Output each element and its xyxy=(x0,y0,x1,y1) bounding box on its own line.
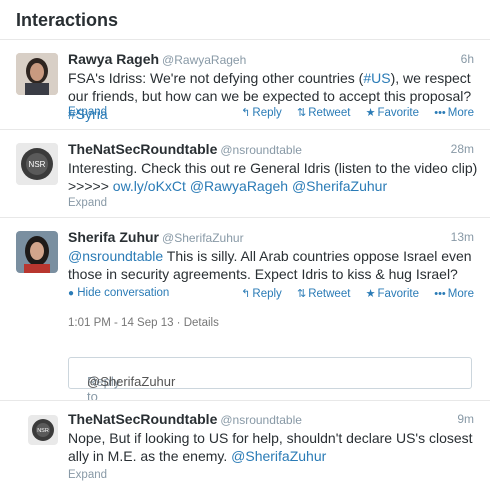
tweet-actions: ↰ Reply ⇅ Retweet ★ Favorite ••• More xyxy=(229,106,474,119)
favorite-button[interactable]: ★ Favorite xyxy=(366,107,419,119)
author-handle[interactable]: @nsroundtable xyxy=(220,413,302,427)
speech-bubble-icon: ● xyxy=(68,288,75,299)
tweet-text-part: Interesting. Check this out re General I… xyxy=(68,160,478,176)
page-title: Interactions xyxy=(16,10,119,30)
mention-link[interactable]: @SherifaZuhur xyxy=(231,448,326,464)
author-handle[interactable]: @SherifaZuhur xyxy=(162,231,244,245)
tweet-text: Interesting. Check this out re General I… xyxy=(68,159,478,195)
star-icon: ★ xyxy=(365,288,376,300)
timestamp[interactable]: 9m xyxy=(457,412,474,426)
more-label: More xyxy=(447,288,474,300)
mention-link[interactable]: @RawyaRageh xyxy=(190,178,288,194)
tweet-natsec-1[interactable]: NSR TheNatSecRoundtable @nsroundtable 28m… xyxy=(0,131,490,218)
hashtag-link[interactable]: #US xyxy=(363,70,390,86)
avatar[interactable]: NSR xyxy=(28,415,58,445)
expand-link[interactable]: Expand xyxy=(68,469,107,481)
more-label: More xyxy=(447,107,474,119)
tweet-text-part: >>>>> xyxy=(68,178,113,194)
author-display-name[interactable]: Sherifa Zuhur xyxy=(68,229,159,245)
reply-button[interactable]: ↰ Reply xyxy=(241,107,282,119)
author-handle[interactable]: @nsroundtable xyxy=(220,143,302,157)
retweet-icon: ⇅ xyxy=(297,107,307,119)
reply-label: Reply xyxy=(252,107,282,119)
favorite-label: Favorite xyxy=(377,107,420,119)
reply-icon: ↰ xyxy=(241,107,251,119)
hide-conversation-link[interactable]: ● Hide conversation xyxy=(68,287,169,299)
timestamp[interactable]: 6h xyxy=(461,52,474,66)
retweet-button[interactable]: ⇅ Retweet xyxy=(297,288,350,300)
tweet-details-meta[interactable]: 1:01 PM - 14 Sep 13 · Details xyxy=(68,317,219,329)
reply-icon: ↰ xyxy=(241,288,251,300)
author-name[interactable]: Rawya Rageh @RawyaRageh xyxy=(68,51,246,67)
tweet-natsec-reply[interactable]: NSR TheNatSecRoundtable @nsroundtable 9m … xyxy=(0,401,490,501)
retweet-label: Retweet xyxy=(308,288,351,300)
author-name[interactable]: TheNatSecRoundtable @nsroundtable xyxy=(68,411,302,427)
tweet-text: Nope, But if looking to US for help, sho… xyxy=(68,429,478,465)
reply-label: Reply xyxy=(252,288,282,300)
mention-link[interactable]: @nsroundtable xyxy=(68,248,163,264)
author-display-name[interactable]: Rawya Rageh xyxy=(68,51,159,67)
tweet-text-part: FSA's Idriss: We're not defying other co… xyxy=(68,70,364,86)
avatar-logo-text: NSR xyxy=(37,428,49,434)
timestamp[interactable]: 28m xyxy=(451,142,474,156)
author-display-name[interactable]: TheNatSecRoundtable xyxy=(68,141,217,157)
tweet-text: @nsroundtable This is silly. All Arab co… xyxy=(68,247,478,283)
expand-link[interactable]: Expand xyxy=(68,106,107,118)
author-name[interactable]: Sherifa Zuhur @SherifaZuhur xyxy=(68,229,244,245)
author-handle[interactable]: @RawyaRageh xyxy=(162,53,246,67)
favorite-label: Favorite xyxy=(377,288,420,300)
author-name[interactable]: TheNatSecRoundtable @nsroundtable xyxy=(68,141,302,157)
interactions-header: Interactions xyxy=(0,0,490,40)
url-link[interactable]: ow.ly/oKxCt xyxy=(113,178,186,194)
retweet-button[interactable]: ⇅ Retweet xyxy=(297,107,350,119)
mention-link[interactable]: @SherifaZuhur xyxy=(292,178,387,194)
timestamp[interactable]: 13m xyxy=(451,230,474,244)
reply-mention: @SherifaZuhur xyxy=(87,374,176,389)
more-button[interactable]: ••• More xyxy=(434,107,474,119)
more-icon: ••• xyxy=(434,107,446,119)
star-icon: ★ xyxy=(365,107,376,119)
retweet-icon: ⇅ xyxy=(297,288,307,300)
expand-link[interactable]: Expand xyxy=(68,197,107,209)
tweet-actions: ↰ Reply ⇅ Retweet ★ Favorite ••• More xyxy=(229,287,474,300)
avatar-logo-text: NSR xyxy=(29,160,46,169)
favorite-button[interactable]: ★ Favorite xyxy=(366,288,419,300)
avatar[interactable] xyxy=(16,231,58,273)
author-display-name[interactable]: TheNatSecRoundtable xyxy=(68,411,217,427)
reply-input[interactable]: Reply to @SherifaZuhur xyxy=(68,357,472,404)
reply-button[interactable]: ↰ Reply xyxy=(241,288,282,300)
avatar[interactable] xyxy=(16,53,58,95)
retweet-label: Retweet xyxy=(308,107,351,119)
more-button[interactable]: ••• More xyxy=(434,288,474,300)
hide-conversation-label: Hide conversation xyxy=(77,287,170,299)
tweet-rawya-rageh[interactable]: Rawya Rageh @RawyaRageh 6h FSA's Idriss: … xyxy=(0,41,490,130)
avatar[interactable]: NSR xyxy=(16,143,58,185)
more-icon: ••• xyxy=(434,288,446,300)
